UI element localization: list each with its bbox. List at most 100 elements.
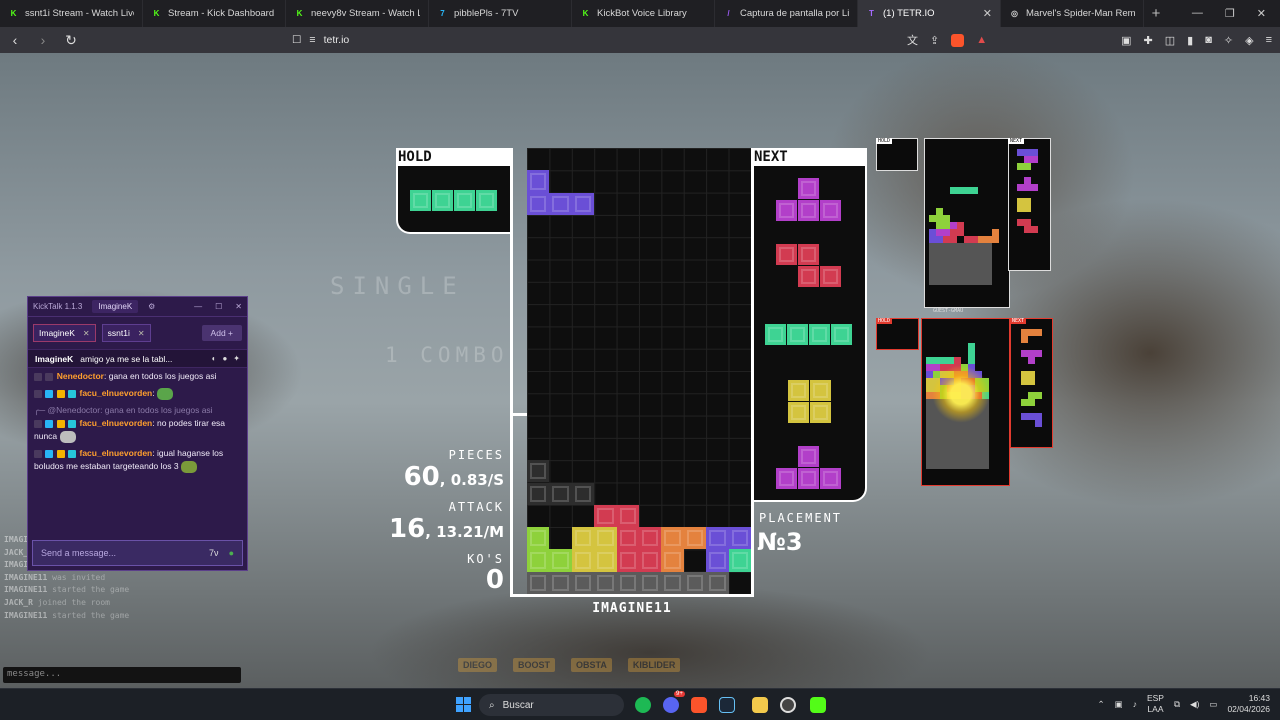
network-icon[interactable]: ⧉ (1174, 699, 1180, 710)
share-icon[interactable]: ⇪ (930, 34, 939, 47)
close-tab-icon[interactable]: ✕ (983, 7, 992, 20)
language-indicator[interactable]: ESP LAA (1147, 693, 1164, 715)
obs-icon[interactable] (780, 697, 796, 713)
tray-chevron-icon[interactable]: ⌃ (1098, 699, 1105, 710)
close-tab-icon[interactable]: ✕ (83, 329, 90, 338)
chat-username[interactable]: facu_elnuevorden (80, 418, 153, 428)
url-field[interactable]: ☐ ≡ tetr.io (292, 34, 893, 46)
opponent-mino (940, 434, 947, 441)
close-window-button[interactable]: ✕ (1257, 7, 1266, 20)
kicktalk-chat-window: KickTalk 1.1.3 ImagineK ⚙ — ☐ ✕ ImagineK… (27, 296, 248, 571)
maximize-button[interactable]: ❐ (1225, 7, 1235, 20)
browser-tab[interactable]: K Stream - Kick Dashboard (143, 0, 286, 27)
opponent-mino (957, 271, 964, 278)
mino (765, 324, 786, 345)
back-icon[interactable]: ‹ (8, 32, 22, 48)
microphone-icon[interactable]: ♪ (1133, 699, 1137, 709)
browser-tab[interactable]: K KickBot Voice Library (572, 0, 715, 27)
combo-text: 1 COMBO (385, 343, 509, 367)
browser-tab[interactable]: ◎ Marvel's Spider-Man Remaster (1001, 0, 1144, 27)
7tv-emote-icon[interactable]: 7ν (209, 548, 219, 558)
battery-icon[interactable]: ▭ (1209, 699, 1217, 710)
sidebar-icon[interactable]: ▮ (1187, 34, 1193, 47)
mino (661, 549, 684, 572)
translate-icon[interactable]: 文 (907, 32, 918, 48)
mino (787, 324, 808, 345)
new-tab-button[interactable]: + (1144, 5, 1168, 22)
channel-tab-ssnt1i[interactable]: ssnt1i ✕ (101, 324, 151, 342)
opponent-mino (936, 215, 943, 222)
pin-icon[interactable]: ✦ (233, 354, 240, 363)
clock[interactable]: 16:43 02/04/2026 (1227, 693, 1270, 715)
chat-message: Nenedoctor: gana en todos los juegos asi (34, 370, 241, 383)
spotify-icon[interactable] (635, 697, 651, 713)
mino (571, 192, 595, 215)
chat-user-tab[interactable]: ImagineK (92, 300, 139, 313)
minimize-button[interactable]: — (1192, 7, 1203, 20)
opponent1-matrix (924, 138, 1010, 308)
steam-icon[interactable] (719, 697, 735, 713)
opponent-mino (943, 264, 950, 271)
extensions-puzzle-icon[interactable]: ✚ (1144, 34, 1153, 47)
reply-quote[interactable]: ╭─ @Nenedoctor: gana en todos los juegos… (34, 404, 241, 417)
kick-taskbar-icon[interactable] (810, 697, 826, 713)
vpn-icon[interactable]: ◈ (1245, 34, 1253, 47)
chat-minimize-button[interactable]: — (194, 302, 202, 311)
opponent-mino (926, 427, 933, 434)
url-text[interactable]: tetr.io (324, 34, 350, 46)
opponent-mino (1028, 378, 1035, 385)
kos-count: 0 (485, 565, 504, 595)
browser-tab[interactable]: Kssnt1i Stream - Watch Live (0, 0, 143, 27)
extension-icon-2[interactable]: ◫ (1165, 34, 1175, 47)
game-matrix (527, 148, 751, 594)
start-button[interactable] (456, 697, 471, 712)
leo-ai-icon[interactable]: ✧ (1224, 34, 1233, 47)
chat-username[interactable]: facu_elnuevorden (80, 388, 153, 398)
chat-username[interactable]: facu_elnuevorden (80, 448, 153, 458)
chat-settings-icon[interactable]: ⚙ (148, 302, 155, 311)
mino (820, 468, 841, 489)
tetrio-log-text: started the game (47, 585, 130, 595)
opponent-mino (968, 462, 975, 469)
opponent-mino (978, 278, 985, 285)
user-icon[interactable]: ● (222, 354, 227, 363)
close-tab-icon[interactable]: ✕ (138, 329, 145, 338)
file-explorer-icon[interactable] (752, 697, 768, 713)
chat-maximize-button[interactable]: ☐ (215, 302, 222, 311)
browser-tab[interactable]: T (1) TETR.IO ✕ (858, 0, 1001, 27)
mino (571, 571, 595, 594)
reload-icon[interactable]: ↻ (64, 32, 78, 49)
tetrio-chat-input[interactable]: message... (3, 667, 241, 683)
browser-tab[interactable]: 7 pibblePls - 7TV (429, 0, 572, 27)
browser-tab[interactable]: / Captura de pantalla por Lightsh (715, 0, 858, 27)
taskbar-search[interactable]: ⌕ Buscar (479, 694, 624, 716)
mod-badge-icon (34, 449, 42, 458)
hide-icon[interactable]: ◐ (212, 354, 217, 363)
chat-username[interactable]: Nenedoctor (57, 371, 104, 381)
wallet-icon[interactable]: ◙ (1205, 34, 1212, 46)
menu-icon[interactable]: ≡ (1266, 34, 1272, 46)
brave-rewards-icon[interactable]: ▲ (976, 34, 987, 46)
chat-message: facu_elnuevorden: igual haganse los bolu… (34, 448, 224, 473)
volume-icon[interactable]: ◀) (1190, 699, 1199, 710)
bookmark-icon[interactable]: ☐ (292, 34, 301, 46)
extension-icon-1[interactable]: ▣ (1121, 34, 1131, 47)
chat-close-button[interactable]: ✕ (235, 302, 242, 311)
brave-shields-icon[interactable] (951, 33, 965, 47)
add-channel-button[interactable]: Add + (201, 325, 242, 341)
discord-icon[interactable] (663, 697, 679, 713)
browser-tab[interactable]: Kneevy8v Stream - Watch Li (286, 0, 429, 27)
forward-icon[interactable]: › (36, 32, 50, 48)
opponent-mino (957, 229, 964, 236)
channel-tab-imaginek[interactable]: ImagineK ✕ (33, 324, 96, 342)
opponent-mino (964, 264, 971, 271)
tray-game-icon[interactable]: ▣ (1115, 699, 1123, 710)
opponent-mino (933, 357, 940, 364)
brave-taskbar-icon[interactable] (691, 697, 707, 713)
crown-badge-icon (56, 449, 65, 458)
mino (476, 190, 497, 211)
cat-emote-icon (59, 430, 76, 443)
emoji-globe-icon[interactable]: ● (229, 548, 234, 558)
chat-message-input[interactable]: Send a message... 7ν ● (32, 540, 243, 566)
site-settings-icon[interactable]: ≡ (309, 34, 315, 46)
